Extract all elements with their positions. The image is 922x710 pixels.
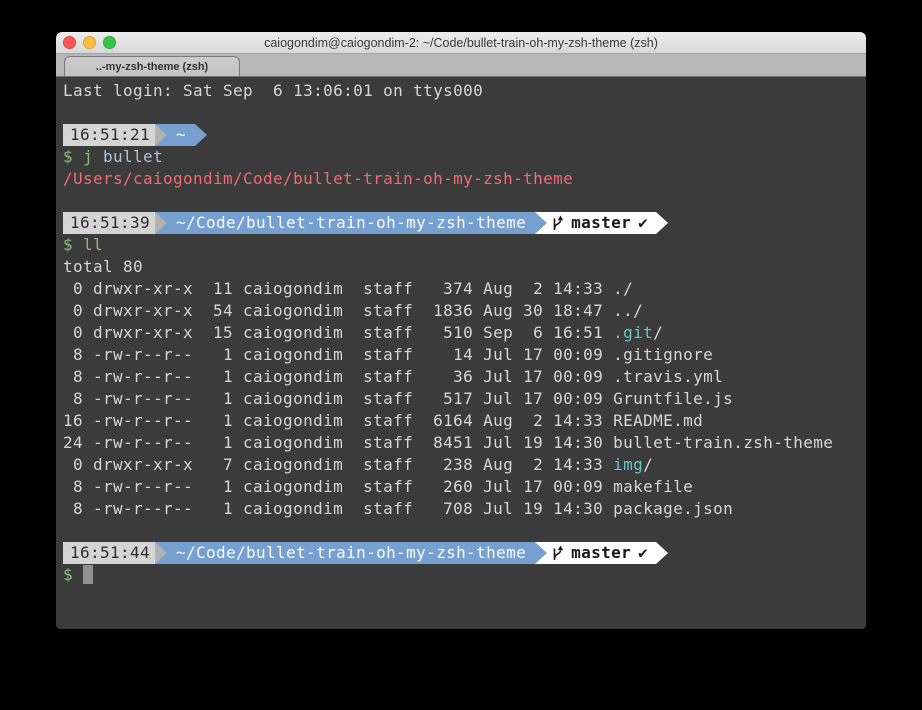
- file-name: ../: [613, 301, 643, 320]
- total-line: total 80: [63, 256, 866, 278]
- file-meta: 8 -rw-r--r-- 1 caiogondim staff 260 Jul …: [63, 477, 613, 496]
- powerline-separator: [195, 124, 207, 146]
- dir-slash: /: [643, 455, 653, 474]
- file-meta: 0 drwxr-xr-x 7 caiogondim staff 238 Aug …: [63, 455, 613, 474]
- tab-my-zsh-theme[interactable]: ..-my-zsh-theme (zsh): [64, 56, 240, 76]
- list-row: 8 -rw-r--r-- 1 caiogondim staff 708 Jul …: [63, 498, 866, 520]
- file-name: img: [613, 455, 643, 474]
- prompt-char: $: [63, 235, 83, 254]
- prompt-line: 16:51:21 ~: [63, 124, 866, 146]
- list-row: 8 -rw-r--r-- 1 caiogondim staff 517 Jul …: [63, 388, 866, 410]
- file-meta: 8 -rw-r--r-- 1 caiogondim staff 708 Jul …: [63, 499, 613, 518]
- file-name: .git: [613, 323, 653, 342]
- time-segment: 16:51:39: [63, 212, 155, 234]
- dir-slash: /: [653, 323, 663, 342]
- traffic-lights: [63, 32, 116, 53]
- file-meta: 0 drwxr-xr-x 15 caiogondim staff 510 Sep…: [63, 323, 613, 342]
- list-row: 8 -rw-r--r-- 1 caiogondim staff 14 Jul 1…: [63, 344, 866, 366]
- list-row: 16 -rw-r--r-- 1 caiogondim staff 6164 Au…: [63, 410, 866, 432]
- list-row: 0 drwxr-xr-x 7 caiogondim staff 238 Aug …: [63, 454, 866, 476]
- prompt-char: $: [63, 565, 83, 584]
- file-meta: 8 -rw-r--r-- 1 caiogondim staff 14 Jul 1…: [63, 345, 613, 364]
- list-row: 0 drwxr-xr-x 11 caiogondim staff 374 Aug…: [63, 278, 866, 300]
- terminal-window: caiogondim@caiogondim-2: ~/Code/bullet-t…: [56, 32, 866, 629]
- file-name: .gitignore: [613, 345, 713, 364]
- prompt-line: 16:51:39 ~/Code/bullet-train-oh-my-zsh-t…: [63, 212, 866, 234]
- tab-label: ..-my-zsh-theme (zsh): [96, 61, 208, 73]
- blank-line: [63, 190, 866, 212]
- text-cursor: [83, 565, 93, 584]
- clean-status-icon: ✔: [638, 542, 648, 564]
- time-segment: 16:51:21: [63, 124, 155, 146]
- list-row: 24 -rw-r--r-- 1 caiogondim staff 8451 Ju…: [63, 432, 866, 454]
- git-segment: master ✔: [547, 212, 656, 234]
- blank-line: [63, 102, 866, 124]
- clean-status-icon: ✔: [638, 212, 648, 234]
- file-meta: 0 drwxr-xr-x 54 caiogondim staff 1836 Au…: [63, 301, 613, 320]
- file-name: bullet-train.zsh-theme: [613, 433, 833, 452]
- git-branch-icon: [551, 545, 564, 561]
- blank-line: [63, 520, 866, 542]
- prompt-char: $: [63, 147, 83, 166]
- branch-name: master: [571, 542, 631, 564]
- file-listing: 0 drwxr-xr-x 11 caiogondim staff 374 Aug…: [63, 278, 866, 520]
- terminal-screen[interactable]: Last login: Sat Sep 6 13:06:01 on ttys00…: [56, 77, 866, 629]
- path-segment: ~: [167, 124, 195, 146]
- powerline-separator: [155, 542, 167, 564]
- file-name: makefile: [613, 477, 693, 496]
- path-segment: ~/Code/bullet-train-oh-my-zsh-theme: [167, 542, 535, 564]
- idle-prompt-line: $: [63, 564, 866, 586]
- git-branch-icon: [551, 215, 564, 231]
- title-bar: caiogondim@caiogondim-2: ~/Code/bullet-t…: [56, 32, 866, 54]
- command-arg: bullet: [103, 147, 163, 166]
- powerline-separator: [155, 124, 167, 146]
- jump-output-line: /Users/caiogondim/Code/bullet-train-oh-m…: [63, 168, 866, 190]
- list-row: 0 drwxr-xr-x 54 caiogondim staff 1836 Au…: [63, 300, 866, 322]
- prompt-line: 16:51:44 ~/Code/bullet-train-oh-my-zsh-t…: [63, 542, 866, 564]
- file-meta: 0 drwxr-xr-x 11 caiogondim staff 374 Aug…: [63, 279, 613, 298]
- powerline-separator: [535, 542, 547, 564]
- list-command-line: $ ll: [63, 234, 866, 256]
- git-segment: master ✔: [547, 542, 656, 564]
- powerline-separator: [656, 542, 668, 564]
- command-name: j: [83, 147, 103, 166]
- powerline-separator: [535, 212, 547, 234]
- window-title: caiogondim@caiogondim-2: ~/Code/bullet-t…: [264, 36, 658, 50]
- minimize-button[interactable]: [83, 36, 96, 49]
- path-segment: ~/Code/bullet-train-oh-my-zsh-theme: [167, 212, 535, 234]
- close-button[interactable]: [63, 36, 76, 49]
- branch-name: master: [571, 212, 631, 234]
- file-name: .travis.yml: [613, 367, 723, 386]
- file-name: ./: [613, 279, 633, 298]
- powerline-separator: [155, 212, 167, 234]
- last-login-line: Last login: Sat Sep 6 13:06:01 on ttys00…: [63, 80, 866, 102]
- file-name: README.md: [613, 411, 703, 430]
- file-meta: 24 -rw-r--r-- 1 caiogondim staff 8451 Ju…: [63, 433, 613, 452]
- file-name: package.json: [613, 499, 733, 518]
- list-row: 8 -rw-r--r-- 1 caiogondim staff 260 Jul …: [63, 476, 866, 498]
- zoom-button[interactable]: [103, 36, 116, 49]
- command-name: ll: [83, 235, 103, 254]
- list-row: 8 -rw-r--r-- 1 caiogondim staff 36 Jul 1…: [63, 366, 866, 388]
- file-name: Gruntfile.js: [613, 389, 733, 408]
- time-segment: 16:51:44: [63, 542, 155, 564]
- file-meta: 8 -rw-r--r-- 1 caiogondim staff 36 Jul 1…: [63, 367, 613, 386]
- tab-bar: ..-my-zsh-theme (zsh): [56, 54, 866, 77]
- file-meta: 16 -rw-r--r-- 1 caiogondim staff 6164 Au…: [63, 411, 613, 430]
- file-meta: 8 -rw-r--r-- 1 caiogondim staff 517 Jul …: [63, 389, 613, 408]
- jump-command-line: $ j bullet: [63, 146, 866, 168]
- list-row: 0 drwxr-xr-x 15 caiogondim staff 510 Sep…: [63, 322, 866, 344]
- powerline-separator: [656, 212, 668, 234]
